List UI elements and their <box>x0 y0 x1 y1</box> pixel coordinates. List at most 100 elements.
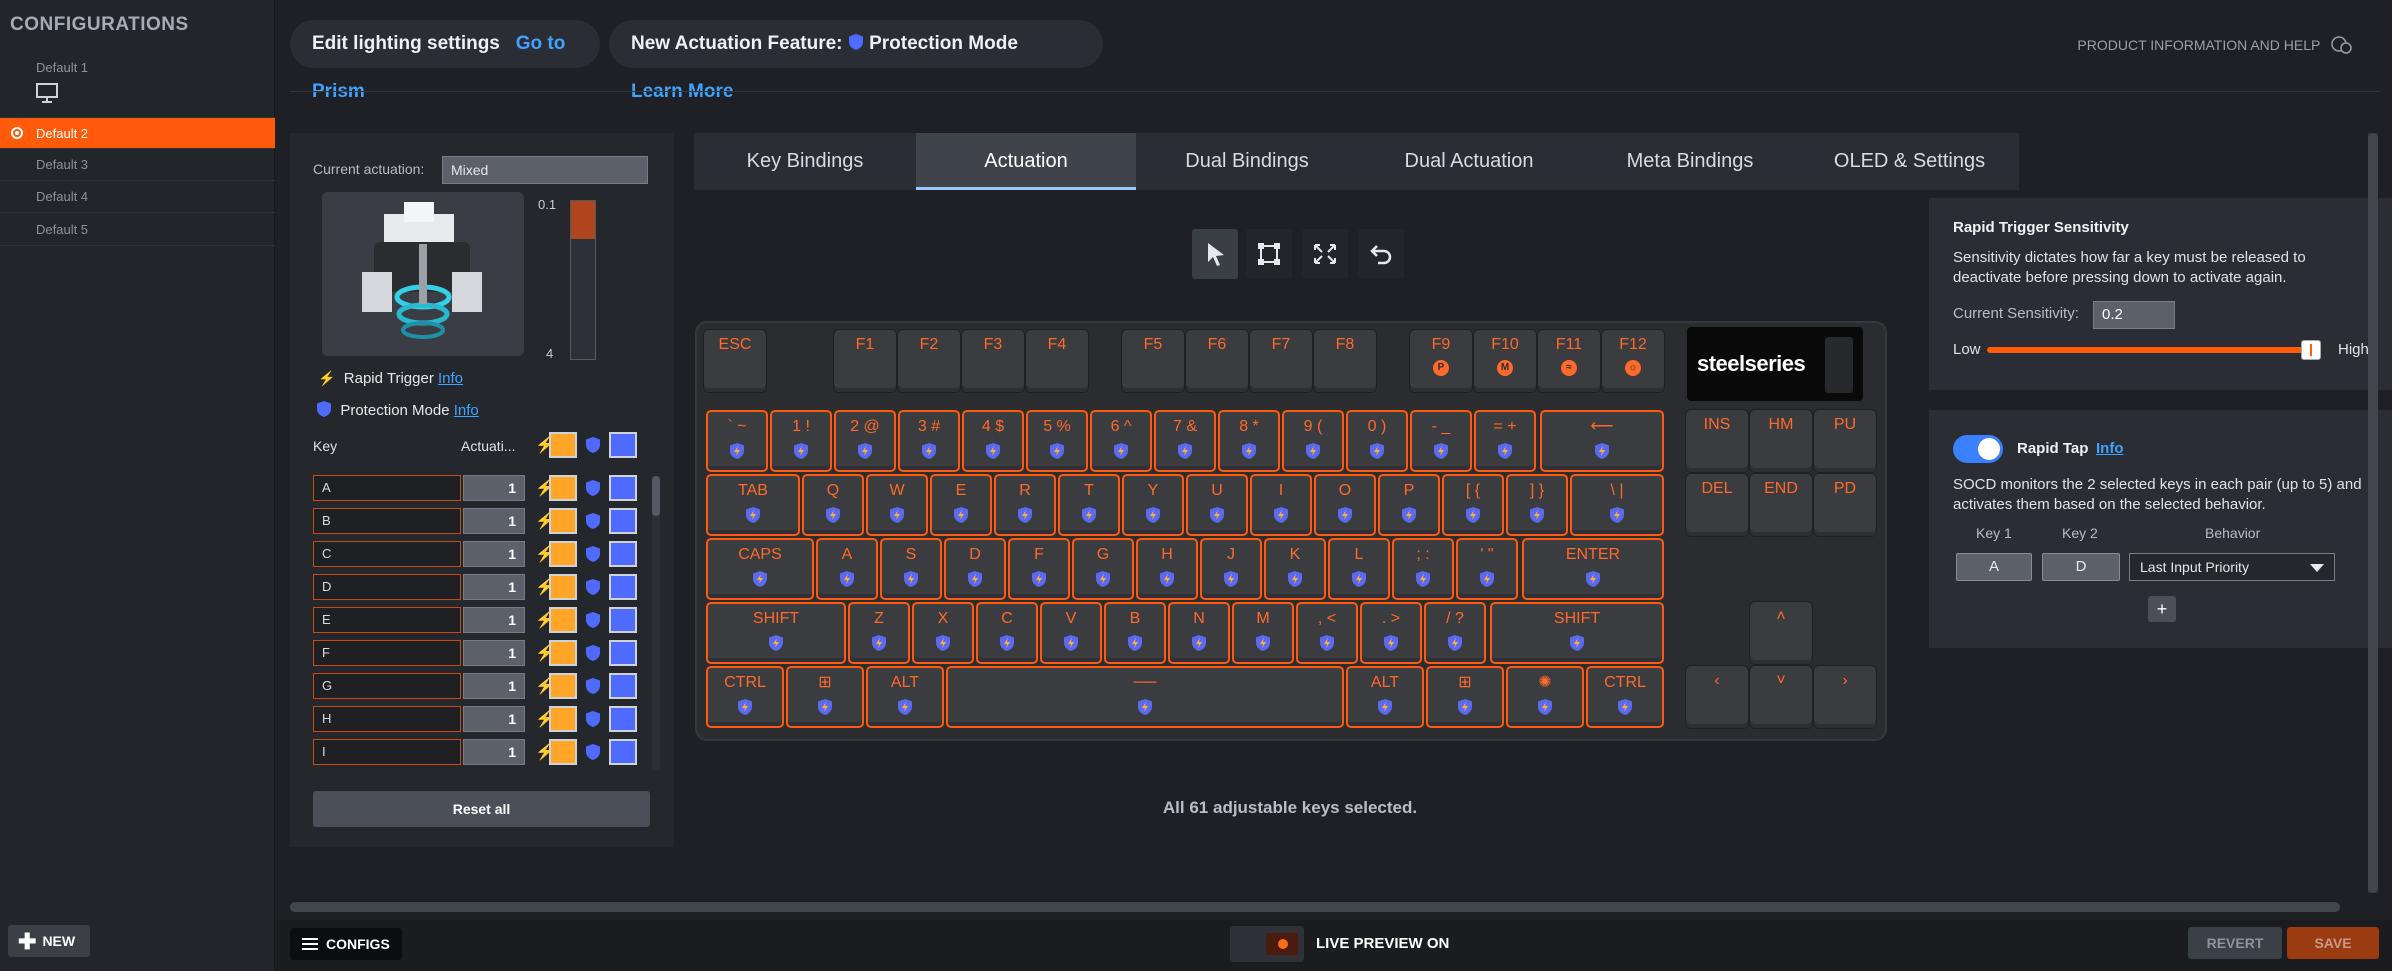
rapid-trigger-toggle[interactable] <box>549 508 577 534</box>
rapid-trigger-toggle[interactable] <box>549 640 577 666</box>
rapid-trigger-toggle[interactable] <box>549 607 577 633</box>
row-actuation-input[interactable]: 1 <box>463 673 525 699</box>
row-key-name[interactable]: F <box>313 640 461 666</box>
horizontal-scroll-thumb[interactable] <box>290 902 2340 912</box>
key-f8[interactable]: F8 <box>1314 330 1376 392</box>
key-f[interactable]: F <box>1008 538 1070 600</box>
key-\|[interactable]: \ | <box>1570 474 1664 536</box>
key-6^[interactable]: 6 ^ <box>1090 410 1152 472</box>
key-`~[interactable]: ` ~ <box>706 410 768 472</box>
key-pd[interactable]: PD <box>1814 474 1876 536</box>
key-⊞[interactable]: ⊞ <box>786 666 864 728</box>
key-=+[interactable]: = + <box>1474 410 1536 472</box>
sensitivity-slider-thumb[interactable] <box>2301 340 2321 360</box>
select-all-tool-button[interactable] <box>1302 229 1348 279</box>
protection-toggle[interactable] <box>609 475 637 501</box>
key-f3[interactable]: F3 <box>962 330 1024 392</box>
live-preview-switch[interactable] <box>1230 926 1304 962</box>
key-ins[interactable]: INS <box>1686 410 1748 472</box>
tab-dual-actuation[interactable]: Dual Actuation <box>1358 133 1580 190</box>
key-h[interactable]: H <box>1136 538 1198 600</box>
key-f9[interactable]: F9 P <box>1410 330 1472 392</box>
sensitivity-slider[interactable] <box>1987 347 2310 353</box>
row-actuation-input[interactable]: 1 <box>463 574 525 600</box>
key-d[interactable]: D <box>944 538 1006 600</box>
key-f7[interactable]: F7 <box>1250 330 1312 392</box>
key-o[interactable]: O <box>1314 474 1376 536</box>
key-p[interactable]: P <box>1378 474 1440 536</box>
key--_[interactable]: - _ <box>1410 410 1472 472</box>
undo-tool-button[interactable] <box>1358 229 1404 279</box>
row-key-name[interactable]: D <box>313 574 461 600</box>
key-f4[interactable]: F4 <box>1026 330 1088 392</box>
rapid-trigger-toggle[interactable] <box>549 541 577 567</box>
key-j[interactable]: J <box>1200 538 1262 600</box>
key-caps[interactable]: CAPS <box>706 538 814 600</box>
key-alt[interactable]: ALT <box>866 666 944 728</box>
key-shift[interactable]: SHIFT <box>706 602 846 664</box>
key-,<[interactable]: , < <box>1296 602 1358 664</box>
actuation-depth-gauge[interactable] <box>570 200 596 360</box>
key-ctrl[interactable]: CTRL <box>706 666 784 728</box>
tab-meta-bindings[interactable]: Meta Bindings <box>1580 133 1800 190</box>
rapid-trigger-toggle[interactable] <box>549 673 577 699</box>
key-end[interactable]: END <box>1750 474 1812 536</box>
current-actuation-field[interactable]: Mixed <box>442 156 648 184</box>
key-⟵[interactable]: ⟵ <box>1540 410 1664 472</box>
key-]}[interactable]: ] } <box>1506 474 1568 536</box>
horizontal-scrollbar[interactable] <box>290 902 2340 912</box>
key-✺[interactable]: ✺ <box>1506 666 1584 728</box>
revert-button[interactable]: REVERT <box>2188 927 2282 959</box>
add-socd-pair-button[interactable]: + <box>2148 596 2176 622</box>
key-7&[interactable]: 7 & <box>1154 410 1216 472</box>
key-f10[interactable]: F10 M <box>1474 330 1536 392</box>
key-i[interactable]: I <box>1250 474 1312 536</box>
protection-toggle[interactable] <box>609 640 637 666</box>
key-alt[interactable]: ALT <box>1346 666 1424 728</box>
protection-toggle[interactable] <box>609 607 637 633</box>
row-actuation-input[interactable]: 1 <box>463 739 525 765</box>
save-button[interactable]: SAVE <box>2287 927 2379 959</box>
key-──[interactable]: ── <box>946 666 1344 728</box>
rapid-trigger-toggle[interactable] <box>549 706 577 732</box>
key-k[interactable]: K <box>1264 538 1326 600</box>
key-1![interactable]: 1 ! <box>770 410 832 472</box>
key-r[interactable]: R <box>994 474 1056 536</box>
reset-all-button[interactable]: Reset all <box>313 791 650 827</box>
key-hm[interactable]: HM <box>1750 410 1812 472</box>
vertical-scroll-thumb[interactable] <box>2368 133 2378 893</box>
protection-toggle[interactable] <box>609 673 637 699</box>
protection-all-toggle[interactable] <box>609 432 637 458</box>
key-;:[interactable]: ; : <box>1392 538 1454 600</box>
product-help-link[interactable]: PRODUCT INFORMATION AND HELP <box>2077 36 2352 54</box>
protection-toggle[interactable] <box>609 541 637 567</box>
rapid-trigger-info-link[interactable]: Info <box>438 370 463 387</box>
row-actuation-input[interactable]: 1 <box>463 607 525 633</box>
protection-mode-info-link[interactable]: Info <box>454 402 479 419</box>
key-a[interactable]: A <box>816 538 878 600</box>
rapid-trigger-toggle[interactable] <box>549 739 577 765</box>
key-4$[interactable]: 4 $ <box>962 410 1024 472</box>
key-9([interactable]: 9 ( <box>1282 410 1344 472</box>
row-actuation-input[interactable]: 1 <box>463 508 525 534</box>
key-e[interactable]: E <box>930 474 992 536</box>
key-/?[interactable]: / ? <box>1424 602 1486 664</box>
key-esc[interactable]: ESC <box>704 330 766 392</box>
row-key-name[interactable]: E <box>313 607 461 633</box>
key-enter[interactable]: ENTER <box>1522 538 1664 600</box>
key-x[interactable]: X <box>912 602 974 664</box>
protection-toggle[interactable] <box>609 574 637 600</box>
key-2@[interactable]: 2 @ <box>834 410 896 472</box>
key-.>[interactable]: . > <box>1360 602 1422 664</box>
key-u[interactable]: U <box>1186 474 1248 536</box>
key-3#[interactable]: 3 # <box>898 410 960 472</box>
key-ctrl[interactable]: CTRL <box>1586 666 1664 728</box>
row-key-name[interactable]: I <box>313 739 461 765</box>
row-key-name[interactable]: A <box>313 475 461 501</box>
key-pu[interactable]: PU <box>1814 410 1876 472</box>
new-config-button[interactable]: ✚ NEW <box>8 925 90 957</box>
key-˄[interactable]: ˄ <box>1750 602 1812 664</box>
sidebar-item-default-2[interactable]: Default 2 <box>0 118 275 149</box>
key-f11[interactable]: F11 ≈ <box>1538 330 1600 392</box>
rapid-tap-toggle[interactable] <box>1953 435 2003 463</box>
